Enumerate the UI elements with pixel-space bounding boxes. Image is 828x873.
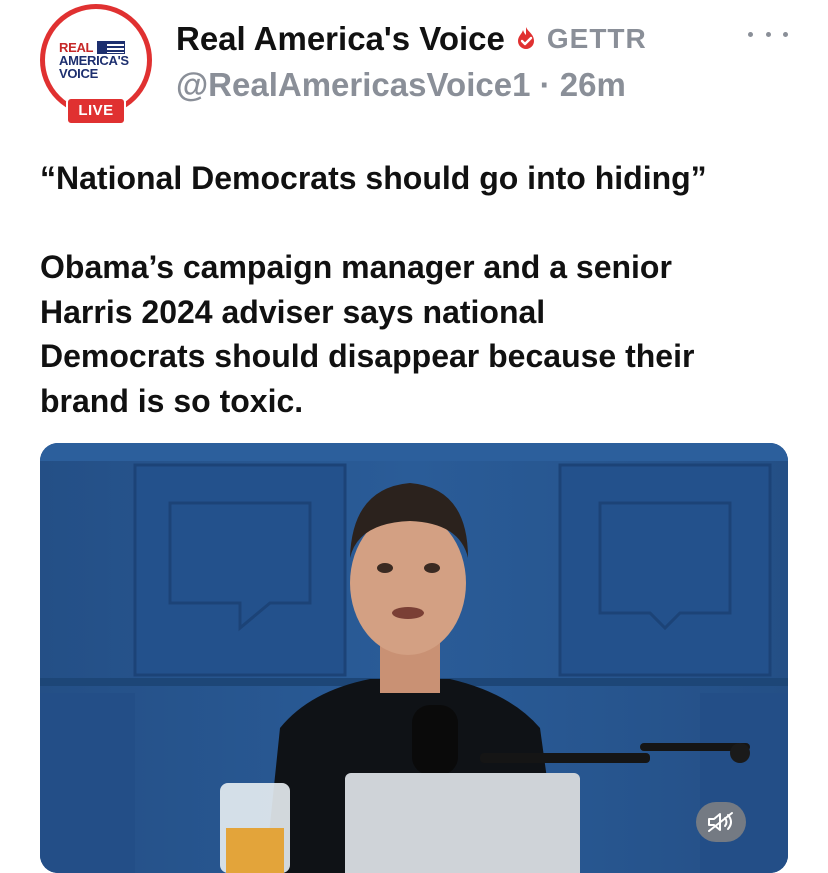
author-handle-row: @RealAmericasVoice1 · 26m <box>176 66 626 104</box>
author-display-name[interactable]: Real America's Voice <box>176 20 505 58</box>
post-text: “National Democrats should go into hidin… <box>40 156 800 423</box>
post-body-line: Democrats should disappear because their <box>40 338 695 374</box>
speaker-muted-icon <box>708 812 733 832</box>
author-handle[interactable]: @RealAmericasVoice1 <box>176 66 530 103</box>
avatar-logo: REAL AMERICA'S VOICE <box>59 41 139 80</box>
post-quote: “National Democrats should go into hidin… <box>40 160 707 196</box>
mute-button[interactable] <box>696 802 746 842</box>
post-body-line: brand is so toxic. <box>40 382 304 419</box>
author-name-row: Real America's Voice GETTR <box>176 20 647 58</box>
avatar-logo-line3: VOICE <box>59 66 98 81</box>
post-body: Obama’s campaign manager and a senior Ha… <box>40 245 800 423</box>
flame-verified-icon <box>517 27 534 49</box>
video-player[interactable] <box>40 443 788 873</box>
flag-icon <box>97 41 126 54</box>
more-options-button[interactable] <box>748 22 788 46</box>
live-badge: LIVE <box>66 97 126 125</box>
platform-tag: GETTR <box>546 23 647 54</box>
video-frame <box>40 443 788 873</box>
more-horizontal-icon <box>748 31 753 37</box>
post-body-line: Obama’s campaign manager and a senior <box>40 249 672 285</box>
separator: · <box>539 66 551 103</box>
post-time[interactable]: 26m <box>560 66 626 103</box>
post-body-line: Harris 2024 adviser says national <box>40 293 546 330</box>
